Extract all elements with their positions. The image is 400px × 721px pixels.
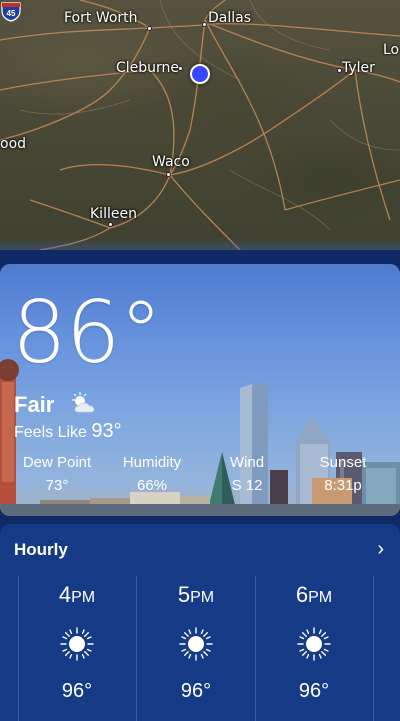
stat-value: S 12 xyxy=(231,477,263,494)
hourly-item[interactable]: 5PM 96° xyxy=(137,574,255,721)
stat-humidity: Humidity 66% xyxy=(107,454,197,494)
interstate-shield-number: 45 xyxy=(7,9,16,18)
city-label-fort-worth: Fort Worth xyxy=(64,10,138,26)
map-roads xyxy=(0,0,400,250)
city-label-waco: Waco xyxy=(152,154,190,170)
sun-icon xyxy=(297,627,331,661)
hour-period: PM xyxy=(71,589,96,606)
sun-icon xyxy=(60,627,94,661)
radar-map[interactable]: Fort Worth Dallas Cleburne Tyler Waco Ki… xyxy=(0,0,400,250)
current-temperature: 86° xyxy=(12,283,162,383)
feels-like: Feels Like 93° xyxy=(14,420,122,443)
hour-time: 4PM xyxy=(18,582,136,608)
city-dot-cleburne xyxy=(178,66,183,71)
stat-value: 8:31p xyxy=(324,477,362,494)
hour-temperature: 96° xyxy=(180,680,212,702)
stat-label: Sunset xyxy=(319,454,367,471)
condition-text: Fair xyxy=(14,392,55,417)
city-dot-fort-worth xyxy=(147,26,152,31)
interstate-shield-icon: 45 xyxy=(1,2,21,22)
current-conditions-card[interactable]: 86° Fair Feels Like 93° Dew Point 73° Hu… xyxy=(0,264,400,516)
feels-like-label: Feels Like xyxy=(14,424,87,441)
city-label-killeen: Killeen xyxy=(90,206,137,222)
hour-time: 6PM xyxy=(255,582,373,608)
stat-label: Dew Point xyxy=(22,454,92,471)
city-dot-killeen xyxy=(108,222,113,227)
hour-number: 4 xyxy=(58,582,72,607)
city-dot-dallas xyxy=(202,22,207,27)
stat-wind: Wind S 12 xyxy=(202,454,292,494)
current-location-marker xyxy=(190,64,210,84)
city-dot-waco xyxy=(166,172,171,177)
hourly-forecast-panel[interactable]: Hourly › 4PM 96° 5PM 96° 6PM 96° xyxy=(0,524,400,721)
map-fade xyxy=(0,238,400,250)
chevron-right-icon[interactable]: › xyxy=(377,538,384,561)
hourly-item[interactable]: 4PM 96° xyxy=(18,574,136,721)
city-label-ood: ood xyxy=(0,136,27,152)
hourly-title: Hourly xyxy=(14,540,68,559)
hour-number: 6 xyxy=(295,582,309,607)
column-divider xyxy=(373,576,374,721)
city-label-dallas: Dallas xyxy=(208,10,252,26)
city-dot-tyler xyxy=(337,68,342,73)
sun-icon xyxy=(179,627,213,661)
hourly-item[interactable]: 6PM 96° xyxy=(255,574,373,721)
hour-time: 5PM xyxy=(137,582,255,608)
city-label-cleburne: Cleburne xyxy=(116,60,180,76)
city-label-lo: Lo xyxy=(383,42,400,58)
stat-value: 66% xyxy=(136,477,168,494)
stat-dew-point: Dew Point 73° xyxy=(12,454,102,494)
stat-value: 73° xyxy=(45,477,69,494)
hour-period: PM xyxy=(190,589,215,606)
stat-label: Humidity xyxy=(122,454,182,471)
city-label-tyler: Tyler xyxy=(342,60,375,76)
feels-like-value: 93° xyxy=(91,420,122,442)
hour-temperature: 96° xyxy=(298,680,330,702)
stat-label: Wind xyxy=(229,454,265,471)
partly-sunny-icon xyxy=(72,392,95,413)
stat-sunset: Sunset 8:31p xyxy=(298,454,388,494)
hour-number: 5 xyxy=(177,582,191,607)
hour-temperature: 96° xyxy=(61,680,93,702)
hour-period: PM xyxy=(308,589,333,606)
